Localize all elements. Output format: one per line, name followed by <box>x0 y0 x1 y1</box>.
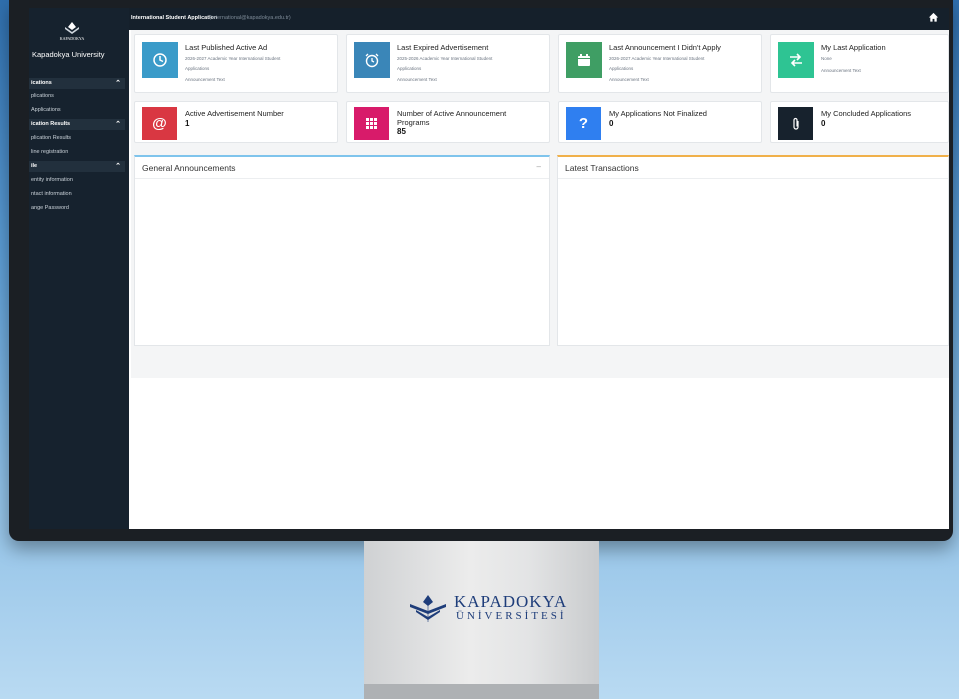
card-line: 2026-2027 Academic Year International St… <box>609 56 705 61</box>
monitor-stand-base <box>364 684 599 699</box>
card-title: My Last Application <box>821 43 886 52</box>
university-logo: KAPADOKYA <box>60 22 85 41</box>
sidebar: KAPADOKYA Kapadokya University ications … <box>29 8 129 529</box>
card-my-last-application[interactable]: My Last Application None Announcement Te… <box>770 34 949 93</box>
sidebar-section-applications[interactable]: ications ⌃ <box>29 78 125 89</box>
sidebar-item-online-registration[interactable]: line registration <box>31 149 68 155</box>
logo-text: KAPADOKYA <box>60 36 85 41</box>
panel-latest-transactions: Latest Transactions <box>557 155 949 346</box>
content-blank-area <box>131 378 949 529</box>
sidebar-item-application-results[interactable]: plication Results <box>31 135 71 141</box>
brand-line1: KAPADOKYA <box>454 592 568 611</box>
card-title: My Applications Not Finalized <box>609 109 707 118</box>
sidebar-section-label: ile <box>31 163 38 169</box>
card-link[interactable]: Announcement Text <box>609 77 649 82</box>
card-line: 2025-2026 Academic Year International St… <box>397 56 493 61</box>
panel-header: Latest Transactions <box>558 157 948 179</box>
card-applications-not-finalized: ? My Applications Not Finalized 0 <box>558 101 762 143</box>
card-value: 0 <box>609 119 614 128</box>
monitor-frame: International Student Application - (int… <box>9 0 953 541</box>
at-icon: @ <box>142 107 177 140</box>
card-last-expired-ad[interactable]: Last Expired Advertisement 2025-2026 Aca… <box>346 34 550 93</box>
card-concluded-applications: My Concluded Applications 0 <box>770 101 949 143</box>
question-icon: ? <box>566 107 601 140</box>
calendar-icon <box>566 42 602 78</box>
chevron-up-icon: ⌃ <box>115 80 121 87</box>
card-title: Last Announcement I Didn't Apply <box>609 43 721 52</box>
alarm-icon <box>354 42 390 78</box>
kapadokya-emblem-icon <box>410 595 446 622</box>
card-title: My Concluded Applications <box>821 109 912 118</box>
card-title: Last Expired Advertisement <box>397 43 489 52</box>
card-title: Active Advertisement Number <box>185 109 284 118</box>
card-line: Applications <box>609 66 634 71</box>
panel-title: Latest Transactions <box>565 163 639 173</box>
card-value: 1 <box>185 119 190 128</box>
university-name: Kapadokya University <box>32 50 105 59</box>
grid-icon <box>354 107 389 140</box>
card-title: Last Published Active Ad <box>185 43 268 52</box>
chevron-up-icon: ⌃ <box>115 121 121 128</box>
card-link[interactable]: Announcement Text <box>821 68 861 73</box>
chevron-up-icon: ⌃ <box>115 163 121 170</box>
clock-icon <box>142 42 178 78</box>
stand-brand-logo: KAPADOKYA ÜNİVERSİTESİ <box>406 590 566 630</box>
card-last-published-ad[interactable]: Last Published Active Ad 2026-2027 Acade… <box>134 34 338 93</box>
card-line: None <box>821 56 832 61</box>
card-title: Number of Active Announcement <box>397 109 507 118</box>
card-line: 2026-2027 Academic Year International St… <box>185 56 281 61</box>
sidebar-section-profile[interactable]: ile ⌃ <box>29 161 125 172</box>
panel-general-announcements: General Announcements – <box>134 155 550 346</box>
brand-line2: ÜNİVERSİTESİ <box>456 610 567 622</box>
card-value: 0 <box>821 119 826 128</box>
sidebar-item-my-applications[interactable]: Applications <box>31 107 61 113</box>
top-bar: International Student Application - (int… <box>29 8 949 30</box>
sidebar-section-application-results[interactable]: ication Results ⌃ <box>29 119 125 130</box>
app-title: International Student Application <box>131 15 218 21</box>
user-email: - (international@kapadokya.edu.tr) <box>206 15 291 21</box>
card-active-ad-number: @ Active Advertisement Number 1 <box>134 101 338 143</box>
sidebar-item-identity-information[interactable]: entity information <box>31 177 73 183</box>
home-icon[interactable] <box>928 12 939 23</box>
collapse-button[interactable]: – <box>537 162 541 171</box>
sidebar-item-change-password[interactable]: ange Password <box>31 205 69 211</box>
sidebar-item-contact-information[interactable]: ntact information <box>31 191 72 197</box>
card-link[interactable]: Announcement Text <box>185 77 225 82</box>
panel-header: General Announcements – <box>135 157 549 179</box>
card-last-announcement-not-applied[interactable]: Last Announcement I Didn't Apply 2026-20… <box>558 34 762 93</box>
paperclip-icon <box>778 107 813 140</box>
card-value: 85 <box>397 127 406 136</box>
card-line: Applications <box>185 66 210 71</box>
screen: International Student Application - (int… <box>29 8 949 529</box>
card-title-line2: Programs <box>397 118 430 127</box>
sidebar-section-label: ication Results <box>31 121 71 127</box>
exchange-icon <box>778 42 814 78</box>
desktop-background: International Student Application - (int… <box>0 0 959 699</box>
sidebar-item-applications[interactable]: plications <box>31 93 54 99</box>
card-line: Applications <box>397 66 422 71</box>
sidebar-section-label: ications <box>31 80 52 86</box>
panel-title: General Announcements <box>142 163 236 173</box>
card-active-programs: Number of Active Announcement Programs 8… <box>346 101 550 143</box>
card-link[interactable]: Announcement Text <box>397 77 437 82</box>
